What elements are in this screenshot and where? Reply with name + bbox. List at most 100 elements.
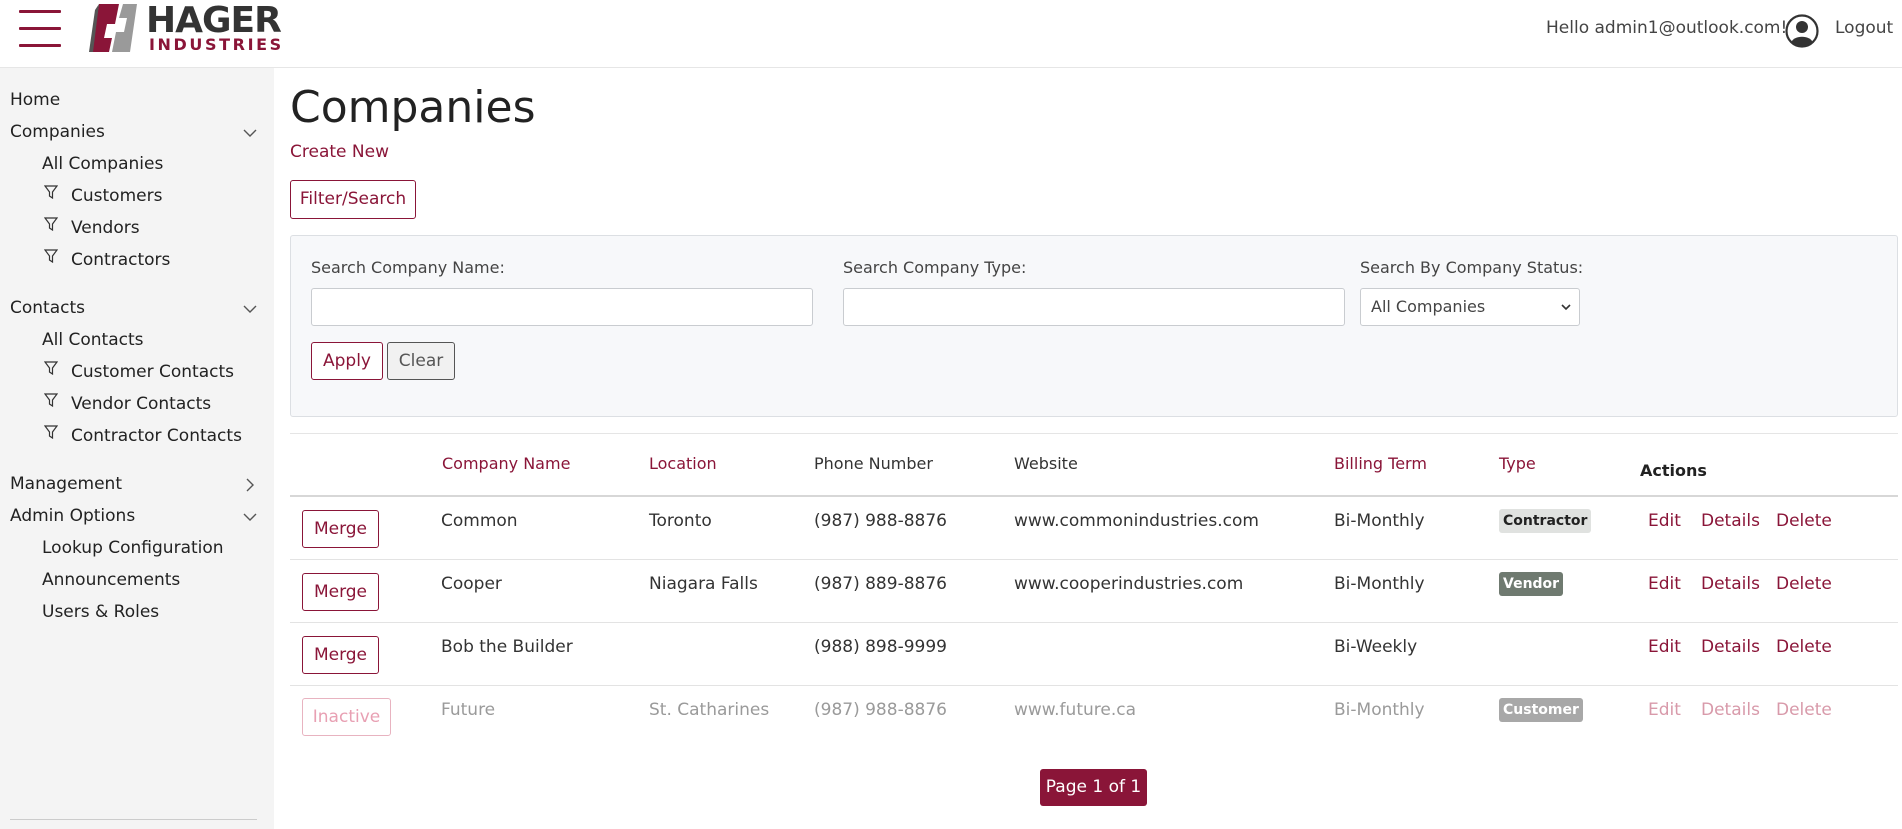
filter-search-button[interactable]: Filter/Search (290, 180, 416, 219)
filter-icon (44, 249, 58, 263)
inactive-button: Inactive (302, 698, 391, 736)
page-title: Companies (290, 82, 536, 133)
sidebar-item-users-roles[interactable]: Users & Roles (42, 602, 159, 622)
column-header-phone-number: Phone Number (814, 454, 933, 473)
column-header-actions: Actions (1640, 461, 1707, 480)
company-logo[interactable]: HAGER INDUSTRIES (85, 0, 282, 56)
cell-company-name: Bob the Builder (441, 637, 573, 657)
top-header: HAGER INDUSTRIES Hello admin1@outlook.co… (0, 0, 1902, 68)
delete-link[interactable]: Delete (1776, 511, 1832, 531)
sidebar-item-lookup-configuration[interactable]: Lookup Configuration (42, 538, 224, 558)
cell-location: Toronto (649, 511, 712, 531)
cell-website: www.commonindustries.com (1014, 511, 1259, 531)
cell-billing-term: Bi-Monthly (1334, 574, 1425, 594)
sidebar-item-customers[interactable]: Customers (71, 186, 162, 206)
edit-link[interactable]: Edit (1648, 637, 1681, 657)
sidebar-item-vendors[interactable]: Vendors (71, 218, 140, 238)
pagination-indicator[interactable]: Page 1 of 1 (1040, 769, 1147, 806)
user-account-icon[interactable] (1785, 14, 1819, 48)
logo-subtext: INDUSTRIES (149, 35, 284, 54)
type-badge: Contractor (1499, 509, 1592, 533)
chevron-down-icon[interactable] (243, 302, 257, 316)
company-type-label: Search Company Type: (843, 258, 1027, 277)
column-header-location[interactable]: Location (649, 454, 717, 473)
cell-billing-term: Bi-Weekly (1334, 637, 1418, 657)
details-link[interactable]: Details (1701, 511, 1760, 531)
hamburger-menu-icon[interactable] (19, 8, 61, 48)
cell-company-name: Future (441, 700, 496, 720)
sidebar-item-management[interactable]: Management (10, 474, 260, 494)
logout-link[interactable]: Logout (1835, 18, 1893, 38)
cell-company-name: Cooper (441, 574, 502, 594)
edit-link[interactable]: Edit (1648, 574, 1681, 594)
chevron-right-icon[interactable] (243, 478, 257, 492)
create-new-link[interactable]: Create New (290, 142, 389, 162)
merge-button[interactable]: Merge (302, 573, 379, 611)
filter-icon (44, 393, 58, 407)
table-header-border (290, 495, 1898, 497)
filter-panel: Search Company Name: Search Company Type… (290, 235, 1898, 417)
filter-icon (44, 217, 58, 231)
cell-phone: (987) 988-8876 (814, 700, 947, 720)
sidebar-item-contacts[interactable]: Contacts (10, 298, 260, 318)
row-divider (290, 559, 1898, 560)
delete-link[interactable]: Delete (1776, 700, 1832, 720)
edit-link[interactable]: Edit (1648, 700, 1681, 720)
company-status-label: Search By Company Status: (1360, 258, 1584, 277)
row-divider (290, 622, 1898, 623)
filter-icon (44, 361, 58, 375)
table-top-border (290, 433, 1898, 434)
delete-link[interactable]: Delete (1776, 637, 1832, 657)
sidebar-item-home[interactable]: Home (10, 90, 260, 110)
sidebar-item-companies[interactable]: Companies (10, 122, 260, 142)
sidebar-item-label: Contacts (10, 298, 85, 318)
filter-icon (44, 425, 58, 439)
column-header-billing-term[interactable]: Billing Term (1334, 454, 1427, 473)
cell-company-name: Common (441, 511, 518, 531)
row-divider (290, 685, 1898, 686)
sidebar-item-announcements[interactable]: Announcements (42, 570, 180, 590)
cell-billing-term: Bi-Monthly (1334, 700, 1425, 720)
company-status-select[interactable]: All Companies (1360, 288, 1580, 326)
chevron-down-icon[interactable] (243, 510, 257, 524)
edit-link[interactable]: Edit (1648, 511, 1681, 531)
column-header-website: Website (1014, 454, 1078, 473)
column-header-type[interactable]: Type (1499, 454, 1536, 473)
sidebar-item-label: Management (10, 474, 122, 494)
sidebar-item-label: Companies (10, 122, 105, 142)
company-name-input[interactable] (311, 288, 813, 326)
sidebar-item-admin-options[interactable]: Admin Options (10, 506, 260, 526)
sidebar-item-all-companies[interactable]: All Companies (42, 154, 163, 174)
merge-button[interactable]: Merge (302, 636, 379, 674)
type-badge: Vendor (1499, 572, 1564, 596)
sidebar-item-label: Admin Options (10, 506, 136, 526)
apply-button[interactable]: Apply (311, 342, 383, 380)
details-link[interactable]: Details (1701, 637, 1760, 657)
cell-phone: (988) 898-9999 (814, 637, 947, 657)
cell-website: www.future.ca (1014, 700, 1136, 720)
cell-location: St. Catharines (649, 700, 770, 720)
sidebar-item-all-contacts[interactable]: All Contacts (42, 330, 143, 350)
user-greeting: Hello admin1@outlook.com! (1546, 18, 1788, 38)
details-link[interactable]: Details (1701, 700, 1760, 720)
cell-phone: (987) 988-8876 (814, 511, 947, 531)
sidebar-item-customer-contacts[interactable]: Customer Contacts (71, 362, 234, 382)
company-status-selected: All Companies (1371, 297, 1486, 316)
cell-website: www.cooperindustries.com (1014, 574, 1244, 594)
chevron-down-icon[interactable] (243, 126, 257, 140)
sidebar-item-contractors[interactable]: Contractors (71, 250, 170, 270)
filter-icon (44, 185, 58, 199)
sidebar-divider (10, 819, 257, 820)
details-link[interactable]: Details (1701, 574, 1760, 594)
cell-phone: (987) 889-8876 (814, 574, 947, 594)
clear-button[interactable]: Clear (387, 342, 455, 380)
company-name-label: Search Company Name: (311, 258, 505, 277)
delete-link[interactable]: Delete (1776, 574, 1832, 594)
sidebar-item-contractor-contacts[interactable]: Contractor Contacts (71, 426, 242, 446)
column-header-company-name[interactable]: Company Name (442, 454, 570, 473)
merge-button[interactable]: Merge (302, 510, 379, 548)
company-type-input[interactable] (843, 288, 1345, 326)
logo-mark-icon (89, 4, 137, 52)
sidebar-item-vendor-contacts[interactable]: Vendor Contacts (71, 394, 211, 414)
chevron-down-icon (1561, 304, 1571, 311)
